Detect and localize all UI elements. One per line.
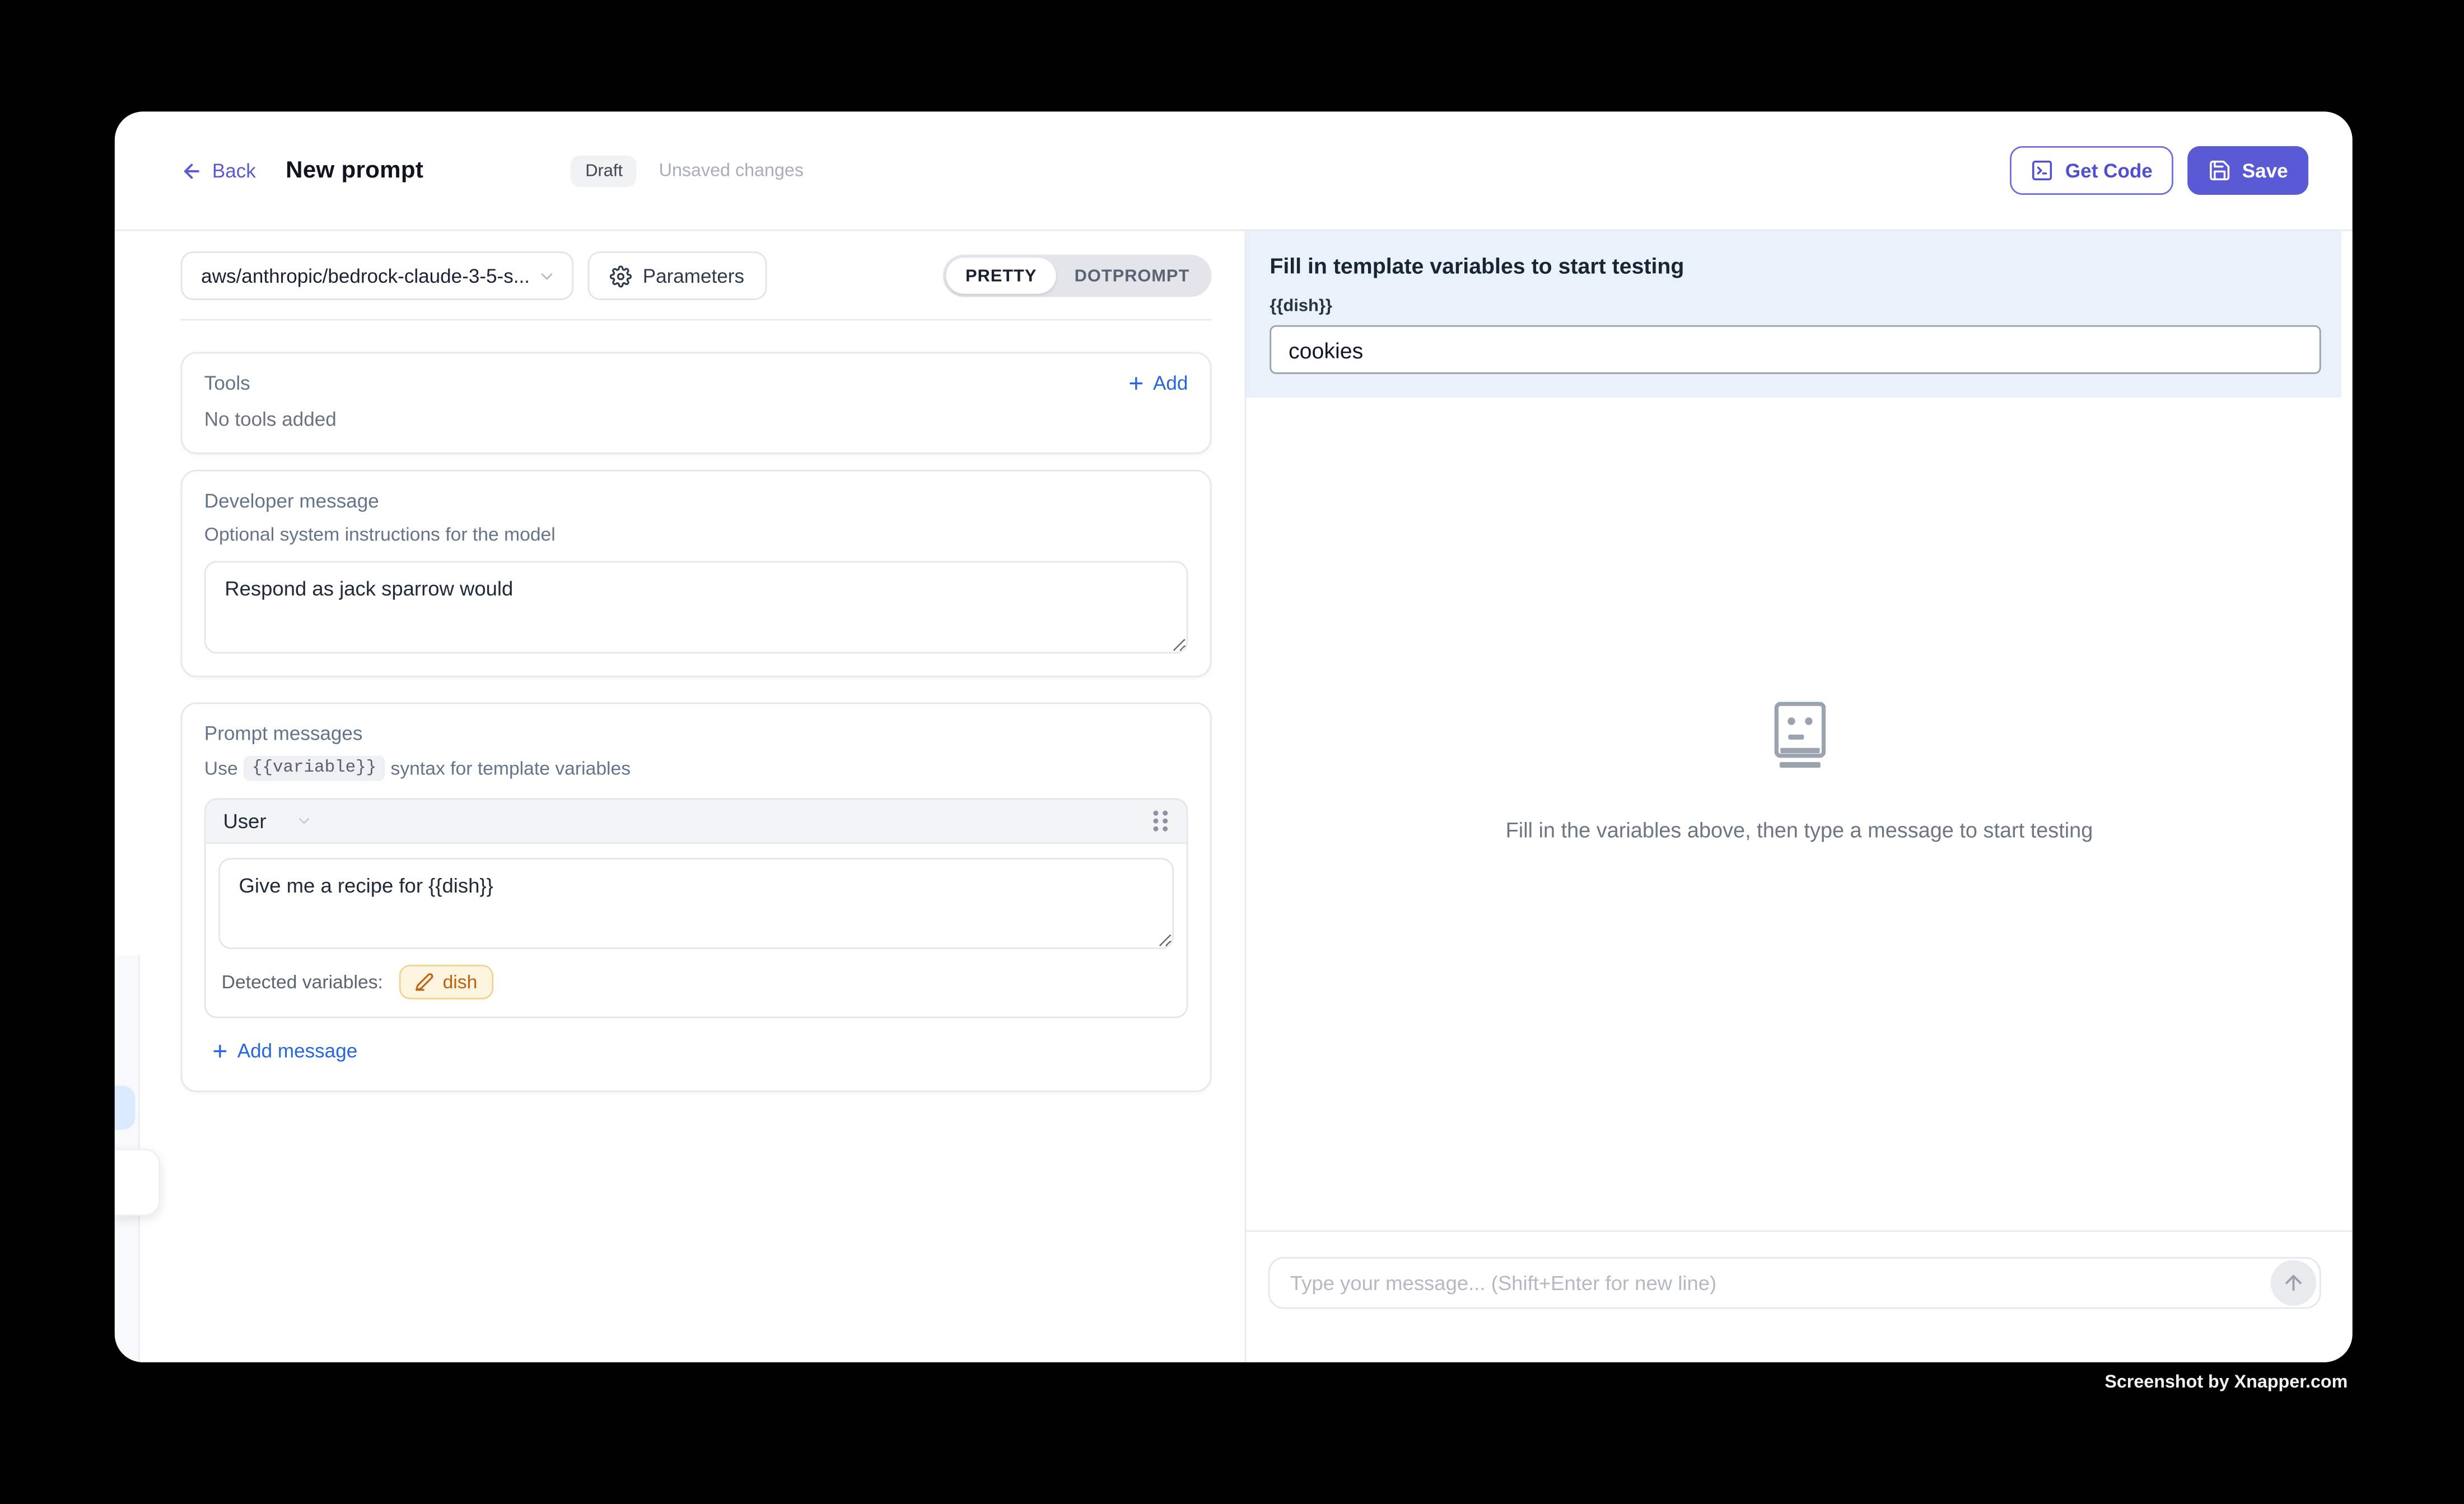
chat-empty-state: Fill in the variables above, then type a… — [1328, 701, 2271, 843]
page-title: New prompt — [286, 157, 423, 184]
drag-handle-icon[interactable] — [1152, 809, 1169, 833]
message-block: User Give me a recipe for — [204, 798, 1188, 1019]
test-pane: Fill in template variables to start test… — [1246, 231, 2353, 1362]
subtitle-suffix: syntax for template variables — [390, 758, 631, 779]
chat-empty-text: Fill in the variables above, then type a… — [1328, 819, 2271, 842]
header-actions: Get Code Save — [2010, 146, 2309, 195]
save-label: Save — [2242, 160, 2288, 181]
variable-badge-dish[interactable]: dish — [399, 965, 493, 999]
tools-card: Tools Add No tools added — [181, 352, 1212, 454]
get-code-button[interactable]: Get Code — [2010, 146, 2173, 195]
variables-panel-title: Fill in template variables to start test… — [1270, 253, 2321, 278]
model-row: aws/anthropic/bedrock-claude-3-5-s... Pa… — [181, 251, 1212, 300]
add-tool-label: Add — [1153, 372, 1188, 394]
send-button[interactable] — [2271, 1260, 2316, 1306]
toggle-dotprompt[interactable]: DOTPROMPT — [1056, 258, 1208, 294]
detected-variables-label: Detected variables: — [222, 971, 383, 993]
prompt-messages-card: Prompt messages Use {{variable}} syntax … — [181, 702, 1212, 1092]
screenshot-frame: Back New prompt Draft Unsaved changes Ge… — [0, 0, 2464, 1503]
terminal-icon — [2031, 158, 2054, 182]
view-mode-toggle: PRETTY DOTPROMPT — [944, 255, 1212, 297]
variable-badge-label: dish — [443, 971, 478, 993]
template-variables-panel: Fill in template variables to start test… — [1246, 231, 2341, 397]
prompt-editor-pane: aws/anthropic/bedrock-claude-3-5-s... Pa… — [115, 231, 1246, 1362]
unsaved-changes-text: Unsaved changes — [659, 161, 804, 180]
get-code-label: Get Code — [2065, 160, 2153, 181]
save-icon — [2208, 158, 2231, 182]
plus-icon — [211, 1041, 230, 1061]
model-selector[interactable]: aws/anthropic/bedrock-claude-3-5-s... — [181, 251, 574, 300]
detected-variables-row: Detected variables: dish — [218, 965, 1174, 999]
side-floating-card[interactable] — [115, 1148, 160, 1216]
plus-icon — [1126, 374, 1145, 393]
message-body: Give me a recipe for {{dish}} Detected v… — [206, 844, 1187, 1017]
subtitle-prefix: Use — [204, 758, 238, 779]
developer-message-subtitle: Optional system instructions for the mod… — [204, 523, 1188, 545]
variable-key-label: {{dish}} — [1270, 297, 2321, 316]
chat-message-input[interactable] — [1268, 1257, 2321, 1309]
tools-title: Tools — [204, 372, 250, 394]
watermark-text: Screenshot by Xnapper.com — [2104, 1374, 2348, 1393]
developer-message-card: Developer message Optional system instru… — [181, 470, 1212, 677]
back-arrow-icon — [181, 160, 203, 181]
developer-message-textarea[interactable]: Respond as jack sparrow would — [204, 561, 1188, 654]
gear-icon — [610, 265, 632, 287]
role-selector[interactable]: User — [223, 809, 313, 833]
variable-syntax-chip: {{variable}} — [244, 756, 384, 781]
toggle-pretty[interactable]: PRETTY — [946, 258, 1056, 294]
developer-message-title: Developer message — [204, 491, 1188, 512]
robot-face-icon — [1770, 701, 1828, 770]
prompt-messages-title: Prompt messages — [204, 723, 1188, 745]
chevron-down-icon — [538, 267, 557, 286]
pencil-icon — [414, 973, 433, 992]
prompt-messages-subtitle: Use {{variable}} syntax for template var… — [204, 756, 1188, 781]
status-badge: Draft — [571, 155, 637, 186]
chat-input-bar — [1246, 1230, 2353, 1362]
parameters-label: Parameters — [643, 265, 744, 287]
message-textarea[interactable]: Give me a recipe for {{dish}} — [218, 858, 1174, 949]
back-button[interactable]: Back — [181, 160, 256, 181]
model-selector-value: aws/anthropic/bedrock-claude-3-5-s... — [201, 265, 538, 287]
arrow-up-icon — [2281, 1271, 2305, 1295]
save-button[interactable]: Save — [2187, 146, 2309, 195]
add-tool-button[interactable]: Add — [1126, 372, 1188, 394]
page-header: Back New prompt Draft Unsaved changes Ge… — [115, 111, 2353, 231]
add-message-button[interactable]: Add message — [211, 1040, 357, 1062]
message-header: User — [206, 800, 1187, 844]
app-window: Back New prompt Draft Unsaved changes Ge… — [115, 111, 2353, 1362]
tools-empty-text: No tools added — [204, 409, 1188, 431]
role-selector-value: User — [223, 809, 266, 833]
parameters-button[interactable]: Parameters — [587, 251, 766, 300]
chat-area: Fill in the variables above, then type a… — [1246, 398, 2353, 1230]
main-content: aws/anthropic/bedrock-claude-3-5-s... Pa… — [115, 231, 2353, 1362]
variable-value-input[interactable] — [1270, 325, 2321, 374]
chevron-down-icon — [296, 812, 314, 830]
side-strip-active-item[interactable] — [115, 1086, 135, 1130]
add-message-label: Add message — [237, 1040, 357, 1062]
back-label: Back — [212, 160, 256, 181]
